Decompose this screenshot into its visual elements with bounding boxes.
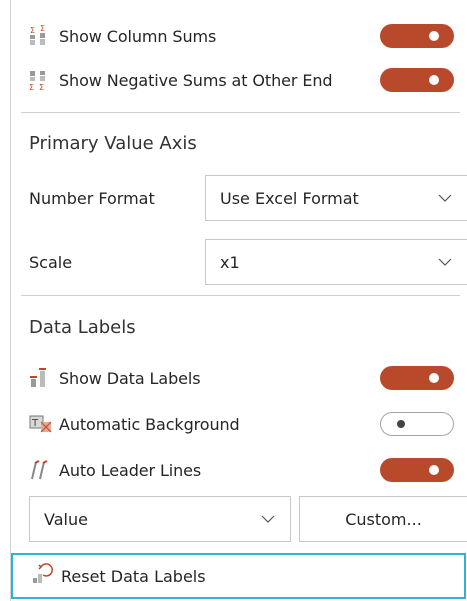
chevron-down-icon bbox=[438, 194, 452, 202]
svg-text:Σ: Σ bbox=[30, 26, 35, 35]
svg-text:Σ: Σ bbox=[29, 83, 34, 91]
toggle-knob bbox=[429, 373, 439, 383]
show-column-sums-toggle[interactable] bbox=[380, 24, 454, 48]
auto-leader-lines-row[interactable]: Auto Leader Lines bbox=[29, 450, 467, 490]
chevron-down-icon bbox=[261, 515, 275, 523]
label-content-dropdown[interactable]: Value bbox=[29, 496, 291, 542]
label-content-value: Value bbox=[44, 509, 88, 529]
toggle-knob bbox=[429, 31, 439, 41]
show-data-labels-toggle[interactable] bbox=[380, 366, 454, 390]
automatic-background-toggle[interactable] bbox=[380, 412, 454, 436]
reset-data-labels-button[interactable]: Reset Data Labels bbox=[11, 553, 466, 599]
column-sums-icon: Σ Σ bbox=[29, 24, 59, 48]
scale-dropdown[interactable]: x1 bbox=[205, 239, 467, 285]
number-format-label: Number Format bbox=[29, 189, 155, 208]
custom-button[interactable]: Custom... bbox=[299, 496, 467, 542]
show-data-labels-row[interactable]: Show Data Labels bbox=[29, 358, 467, 398]
show-negative-sums-toggle[interactable] bbox=[380, 68, 454, 92]
chevron-down-icon bbox=[438, 258, 452, 266]
number-format-dropdown[interactable]: Use Excel Format bbox=[205, 175, 467, 221]
number-format-value: Use Excel Format bbox=[220, 188, 359, 208]
negative-sums-icon: Σ Σ bbox=[29, 68, 59, 92]
section-divider bbox=[21, 112, 460, 113]
scale-label: Scale bbox=[29, 253, 73, 272]
automatic-background-icon: T bbox=[29, 412, 59, 436]
primary-value-axis-title: Primary Value Axis bbox=[29, 133, 197, 154]
reset-data-labels-label: Reset Data Labels bbox=[61, 566, 206, 586]
show-column-sums-row[interactable]: Σ Σ Show Column Sums bbox=[29, 16, 467, 56]
auto-leader-lines-label: Auto Leader Lines bbox=[59, 460, 202, 480]
leader-lines-icon bbox=[29, 458, 59, 482]
show-column-sums-label: Show Column Sums bbox=[59, 26, 217, 46]
automatic-background-label: Automatic Background bbox=[59, 414, 240, 434]
section-divider bbox=[21, 295, 460, 296]
auto-leader-lines-toggle[interactable] bbox=[380, 458, 454, 482]
automatic-background-row[interactable]: T Automatic Background bbox=[29, 404, 467, 444]
data-labels-icon bbox=[29, 366, 59, 390]
data-labels-title: Data Labels bbox=[29, 317, 136, 338]
chart-options-panel: Σ Σ Show Column Sums Σ Σ Show Negative S… bbox=[10, 0, 467, 601]
reset-icon bbox=[31, 563, 61, 589]
toggle-knob bbox=[429, 465, 439, 475]
show-data-labels-label: Show Data Labels bbox=[59, 368, 201, 388]
svg-text:Σ: Σ bbox=[40, 25, 45, 33]
show-negative-sums-label: Show Negative Sums at Other End bbox=[59, 70, 333, 90]
show-negative-sums-row[interactable]: Σ Σ Show Negative Sums at Other End bbox=[29, 60, 467, 100]
scale-value: x1 bbox=[220, 252, 240, 272]
toggle-knob bbox=[397, 420, 405, 428]
svg-text:Σ: Σ bbox=[39, 83, 44, 91]
svg-text:T: T bbox=[31, 418, 39, 429]
toggle-knob bbox=[429, 75, 439, 85]
